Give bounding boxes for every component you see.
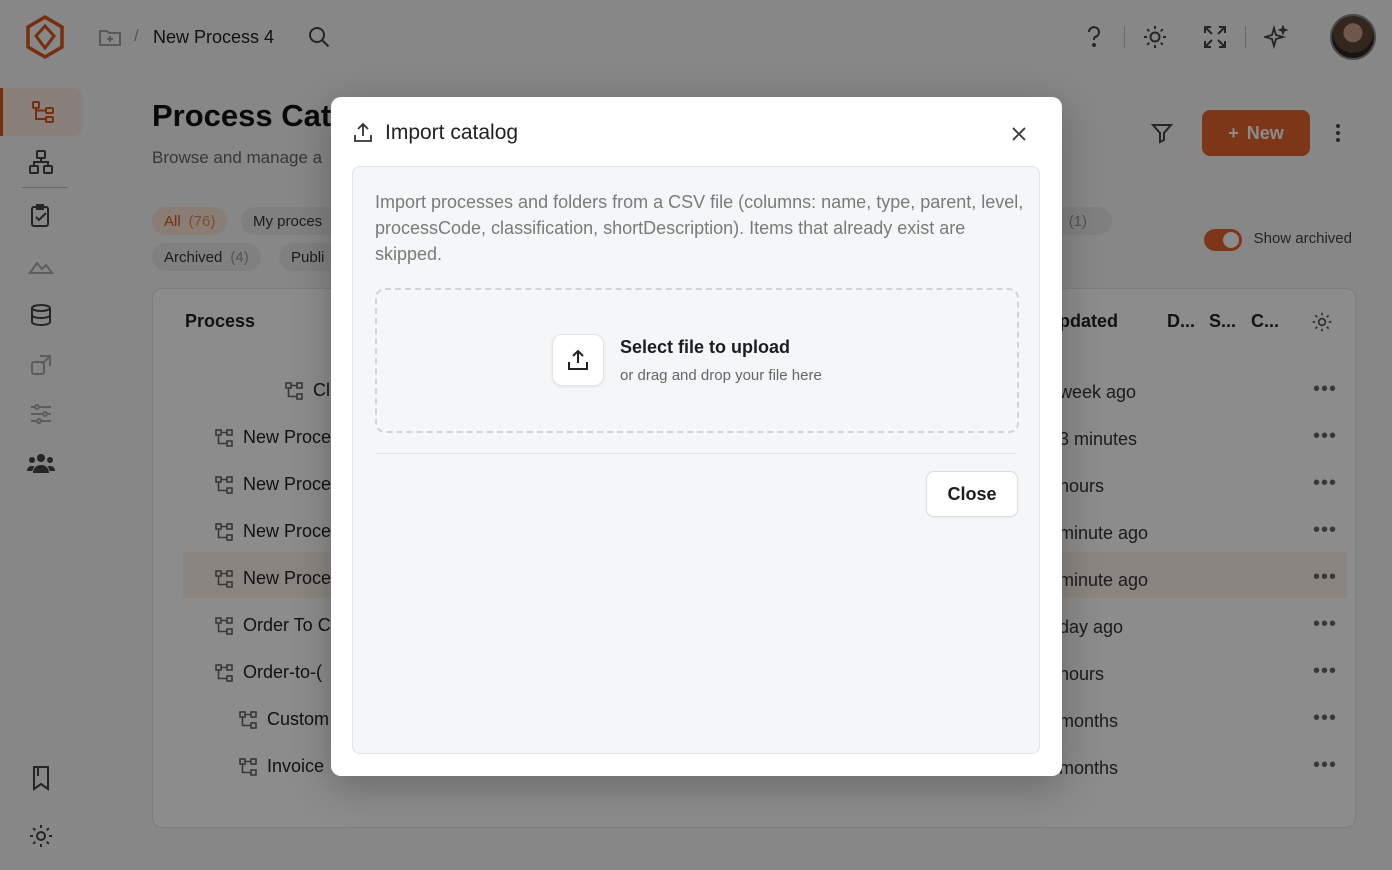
select-file-button[interactable] — [552, 334, 604, 386]
dialog-divider — [375, 453, 1017, 454]
upload-title: Select file to upload — [620, 337, 791, 357]
import-catalog-dialog: Import catalog Import processes and fold… — [331, 97, 1062, 776]
dialog-body: Import processes and folders from a CSV … — [352, 166, 1040, 754]
close-button[interactable]: Close — [926, 471, 1018, 517]
upload-icon — [354, 123, 372, 142]
dialog-title: Import catalog — [385, 121, 519, 144]
file-dropzone[interactable]: Select file to upload or drag and drop y… — [375, 288, 1019, 433]
dialog-description: Import processes and folders from a CSV … — [375, 192, 1024, 264]
dialog-header: Import catalog — [353, 119, 1040, 147]
upload-icon — [568, 349, 588, 370]
dialog-close-button[interactable] — [1006, 121, 1032, 147]
upload-subtitle: or drag and drop your file here — [620, 367, 822, 384]
close-icon — [1012, 127, 1026, 141]
